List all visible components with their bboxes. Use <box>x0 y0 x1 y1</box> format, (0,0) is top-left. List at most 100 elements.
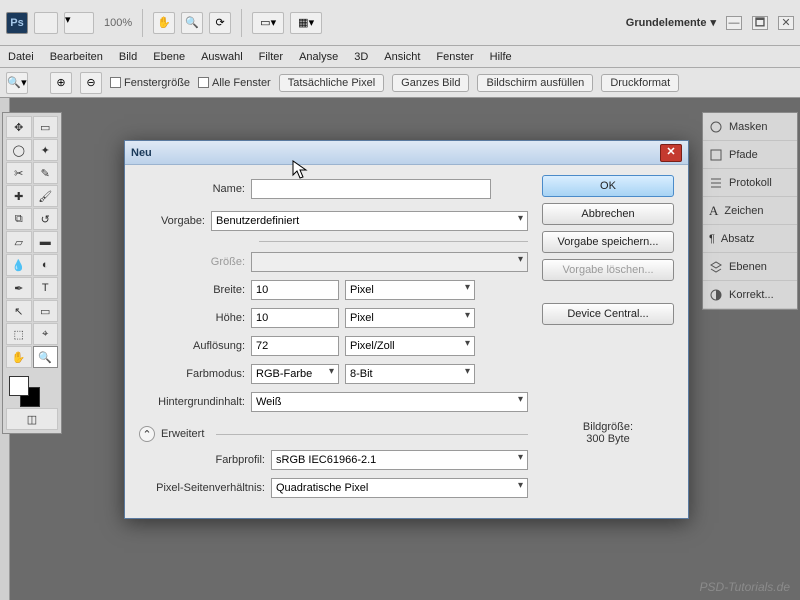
abbrechen-button[interactable]: Abbrechen <box>542 203 674 225</box>
quickmask-toggle[interactable]: ◫ <box>6 408 58 430</box>
menu-ebene[interactable]: Ebene <box>153 51 185 63</box>
extras-button[interactable]: ▦▾ <box>290 12 322 34</box>
menu-bearbeiten[interactable]: Bearbeiten <box>50 51 103 63</box>
menu-ansicht[interactable]: Ansicht <box>384 51 420 63</box>
history-brush-tool[interactable]: ↺ <box>33 208 59 230</box>
menu-bild[interactable]: Bild <box>119 51 137 63</box>
type-tool[interactable]: T <box>33 277 59 299</box>
lasso-tool[interactable]: ◯ <box>6 139 32 161</box>
label-name: Name: <box>139 183 245 195</box>
wand-tool[interactable]: ✦ <box>33 139 59 161</box>
toolbox: ✥▭ ◯✦ ✂✎ ✚🖌 ⧉↺ ▱▬ 💧◐ ✒T ↖▭ ⬚⌖ ✋🔍 ◫ <box>2 112 62 434</box>
btn-bildschirm-ausfuellen[interactable]: Bildschirm ausfüllen <box>477 74 593 92</box>
eraser-tool[interactable]: ▱ <box>6 231 32 253</box>
device-central-button[interactable]: Device Central... <box>542 303 674 325</box>
farbtiefe-select[interactable] <box>345 364 475 384</box>
dodge-tool[interactable]: ◐ <box>33 254 59 276</box>
checkbox-alle-fenster[interactable]: Alle Fenster <box>198 77 271 89</box>
path-tool[interactable]: ↖ <box>6 300 32 322</box>
chevron-up-icon: ⌃ <box>139 426 155 442</box>
new-document-dialog: Neu ✕ Name: Vorgabe: Größe: Breite: <box>124 140 689 519</box>
menu-3d[interactable]: 3D <box>354 51 368 63</box>
panel-ebenen[interactable]: Ebenen <box>703 253 797 281</box>
panel-protokoll[interactable]: Protokoll <box>703 169 797 197</box>
menu-fenster[interactable]: Fenster <box>436 51 473 63</box>
panel-pfade[interactable]: Pfade <box>703 141 797 169</box>
breite-input[interactable] <box>251 280 339 300</box>
panel-korrekturen[interactable]: Korrekt... <box>703 281 797 309</box>
move-tool[interactable]: ✥ <box>6 116 32 138</box>
pixelsv-select[interactable] <box>271 478 528 498</box>
arrange-button[interactable]: ▾ <box>64 12 94 34</box>
eyedropper-tool[interactable]: ✎ <box>33 162 59 184</box>
stamp-tool[interactable]: ⧉ <box>6 208 32 230</box>
color-swatches[interactable] <box>6 373 58 407</box>
panel-zeichen[interactable]: AZeichen <box>703 197 797 225</box>
menu-datei[interactable]: Datei <box>8 51 34 63</box>
dialog-titlebar[interactable]: Neu ✕ <box>125 141 688 165</box>
3d-tool[interactable]: ⬚ <box>6 323 32 345</box>
marquee-tool[interactable]: ▭ <box>33 116 59 138</box>
menu-filter[interactable]: Filter <box>259 51 283 63</box>
btn-druckformat[interactable]: Druckformat <box>601 74 679 92</box>
zoom-icon[interactable]: 🔍 <box>181 12 203 34</box>
zoom-in-icon[interactable]: ⊕ <box>50 72 72 94</box>
shape-tool[interactable]: ▭ <box>33 300 59 322</box>
breite-unit-select[interactable] <box>345 280 475 300</box>
dialog-title: Neu <box>131 147 152 159</box>
label-groesse: Größe: <box>139 256 245 268</box>
tool-preset[interactable]: 🔍▾ <box>6 72 28 94</box>
pen-tool[interactable]: ✒ <box>6 277 32 299</box>
crop-tool[interactable]: ✂ <box>6 162 32 184</box>
panel-masken[interactable]: Masken <box>703 113 797 141</box>
groesse-select <box>251 252 528 272</box>
ok-button[interactable]: OK <box>542 175 674 197</box>
gradient-tool[interactable]: ▬ <box>33 231 59 253</box>
hand-icon[interactable]: ✋ <box>153 12 175 34</box>
window-close-button[interactable]: ✕ <box>778 16 794 30</box>
blur-tool[interactable]: 💧 <box>6 254 32 276</box>
application-bar: Ps ▾ 100% ✋ 🔍 ⟳ ▭▾ ▦▾ Grundelemente▾ — 🗖… <box>0 0 800 46</box>
hoehe-unit-select[interactable] <box>345 308 475 328</box>
panel-absatz[interactable]: ¶Absatz <box>703 225 797 253</box>
brush-tool[interactable]: 🖌 <box>33 185 59 207</box>
label-breite: Breite: <box>139 284 245 296</box>
hand-tool[interactable]: ✋ <box>6 346 32 368</box>
aufloesung-unit-select[interactable] <box>345 336 475 356</box>
heal-tool[interactable]: ✚ <box>6 185 32 207</box>
minimize-button[interactable]: — <box>726 16 742 30</box>
label-aufloesung: Auflösung: <box>139 340 245 352</box>
farbmodus-select[interactable] <box>251 364 339 384</box>
aufloesung-input[interactable] <box>251 336 339 356</box>
btn-ganzes-bild[interactable]: Ganzes Bild <box>392 74 469 92</box>
vorgabe-speichern-button[interactable]: Vorgabe speichern... <box>542 231 674 253</box>
btn-tatsaechliche-pixel[interactable]: Tatsächliche Pixel <box>279 74 384 92</box>
hoehe-input[interactable] <box>251 308 339 328</box>
maximize-button[interactable]: 🗖 <box>752 16 768 30</box>
label-farbmodus: Farbmodus: <box>139 368 245 380</box>
menu-auswahl[interactable]: Auswahl <box>201 51 243 63</box>
close-icon[interactable]: ✕ <box>660 144 682 162</box>
label-hintergrund: Hintergrundinhalt: <box>139 396 245 408</box>
erweitert-toggle[interactable]: ⌃ Erweitert <box>139 426 528 442</box>
camera-tool[interactable]: ⌖ <box>33 323 59 345</box>
label-pixelsv: Pixel-Seitenverhältnis: <box>139 482 265 494</box>
menu-analyse[interactable]: Analyse <box>299 51 338 63</box>
watermark: PSD-Tutorials.de <box>700 580 790 594</box>
zoom-level[interactable]: 100% <box>104 17 132 29</box>
zoom-tool[interactable]: 🔍 <box>33 346 59 368</box>
farbprofil-select[interactable] <box>271 450 528 470</box>
screen-mode-button[interactable]: ▭▾ <box>252 12 284 34</box>
app-logo[interactable]: Ps <box>6 12 28 34</box>
label-vorgabe: Vorgabe: <box>139 215 205 227</box>
menu-hilfe[interactable]: Hilfe <box>490 51 512 63</box>
name-input[interactable] <box>251 179 491 199</box>
rotate-icon[interactable]: ⟳ <box>209 12 231 34</box>
zoom-out-icon[interactable]: ⊖ <box>80 72 102 94</box>
workspace-switcher[interactable]: Grundelemente▾ <box>626 16 716 29</box>
options-bar: 🔍▾ ⊕ ⊖ Fenstergröße Alle Fenster Tatsäch… <box>0 68 800 98</box>
hintergrund-select[interactable] <box>251 392 528 412</box>
vorgabe-select[interactable] <box>211 211 528 231</box>
bridge-button[interactable] <box>34 12 58 34</box>
checkbox-fenstergroesse[interactable]: Fenstergröße <box>110 77 190 89</box>
